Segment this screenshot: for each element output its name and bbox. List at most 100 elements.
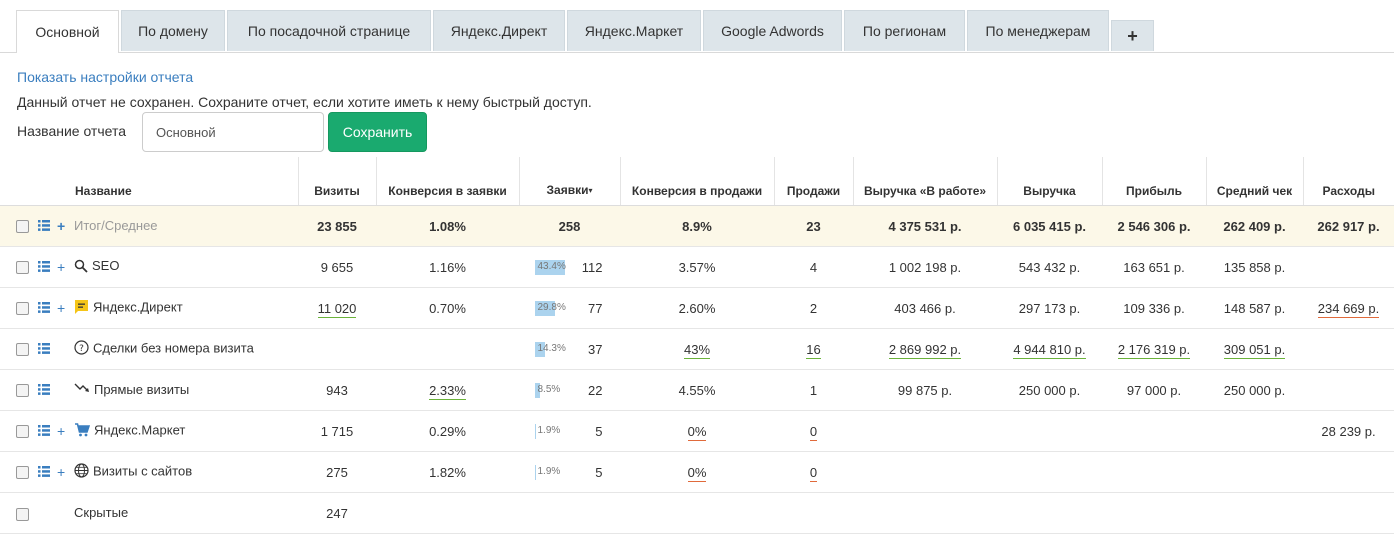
- value-revenue[interactable]: 4 944 810 р.: [1013, 341, 1086, 359]
- col-revenue-in-work[interactable]: Выручка «В работе»: [853, 157, 998, 206]
- cell-revenue: [997, 410, 1102, 452]
- tab-by-regions[interactable]: По регионам: [844, 10, 965, 51]
- cell-profit: [1102, 451, 1206, 493]
- row-name[interactable]: SEO: [92, 258, 119, 273]
- list-icon[interactable]: [38, 260, 50, 275]
- cell-conv-leads: 1.82%: [376, 451, 519, 493]
- value-visits[interactable]: 11 020: [317, 300, 357, 318]
- save-button[interactable]: Сохранить: [328, 112, 427, 152]
- tab-by-landing-page[interactable]: По посадочной странице: [227, 10, 431, 51]
- value-revenue: 543 432 р.: [1018, 259, 1081, 275]
- col-leads[interactable]: Заявки▾: [519, 157, 621, 206]
- col-sales[interactable]: Продажи: [774, 157, 854, 206]
- list-icon[interactable]: [38, 424, 50, 439]
- col-avg-check[interactable]: Средний чек: [1206, 157, 1304, 206]
- row-name[interactable]: Яндекс.Маркет: [94, 422, 185, 437]
- value-visits: 943: [326, 382, 348, 398]
- cell-expenses: [1303, 369, 1394, 411]
- row-name[interactable]: Визиты с сайтов: [93, 463, 192, 478]
- col-profit[interactable]: Прибыль: [1102, 157, 1207, 206]
- cell-name: Скрытые: [0, 492, 298, 534]
- value-conv-sales[interactable]: 0%: [687, 423, 707, 441]
- cell-conv-leads: 2.33%: [376, 369, 519, 411]
- leads-bar: 1.9% 5: [534, 465, 605, 481]
- cell-sales: 23: [774, 205, 853, 247]
- cell-avg-check: 262 409 р.: [1206, 205, 1303, 247]
- value-sales[interactable]: 16: [806, 341, 821, 359]
- row-name[interactable]: Яндекс.Директ: [93, 299, 183, 314]
- value-conv-leads: 0.29%: [429, 423, 466, 439]
- value-sales[interactable]: 0: [809, 423, 818, 441]
- value-profit[interactable]: 2 176 319 р.: [1117, 341, 1191, 359]
- value-conv-sales[interactable]: 0%: [687, 464, 707, 482]
- list-icon[interactable]: [38, 342, 50, 357]
- value-conv-leads: 1.82%: [429, 464, 466, 480]
- value-conv-leads[interactable]: 2.33%: [429, 382, 466, 400]
- tab-by-domain[interactable]: По домену: [121, 10, 225, 51]
- list-icon[interactable]: [38, 383, 50, 398]
- value-avg-check[interactable]: 309 051 р.: [1223, 341, 1286, 359]
- leads-bar: 1.9% 5: [534, 424, 605, 440]
- col-conv-leads[interactable]: Конверсия в заявки: [376, 157, 520, 206]
- cell-leads: 1.9% 5: [519, 410, 620, 452]
- report-name-input[interactable]: [142, 112, 324, 152]
- value-sales[interactable]: 0: [809, 464, 818, 482]
- expand-plus-icon[interactable]: +: [57, 218, 67, 234]
- cell-expenses: [1303, 328, 1394, 370]
- add-tab-button[interactable]: +: [1111, 20, 1154, 51]
- row-checkbox[interactable]: [16, 424, 29, 438]
- cell-profit: [1102, 492, 1206, 534]
- col-revenue[interactable]: Выручка: [997, 157, 1103, 206]
- col-conv-sales[interactable]: Конверсия в продажи: [620, 157, 775, 206]
- row-checkbox[interactable]: [16, 301, 29, 315]
- value-revenue-in-work[interactable]: 2 869 992 р.: [888, 341, 962, 359]
- row-checkbox[interactable]: [16, 507, 29, 521]
- list-icon[interactable]: [38, 219, 50, 234]
- cell-sales: [774, 492, 853, 534]
- col-expenses[interactable]: Расходы: [1303, 157, 1394, 206]
- table-row: Прямые визиты 943 2.33% 8.5% 22 4.55% 1 99 875 …: [0, 369, 1394, 411]
- tab-main[interactable]: Основной: [16, 10, 119, 53]
- expand-plus-icon[interactable]: +: [57, 464, 67, 480]
- report-name-label: Название отчета: [17, 123, 126, 139]
- value-revenue: 6 035 415 р.: [1013, 218, 1086, 234]
- cell-name: + Итог/Среднее: [0, 205, 298, 247]
- cell-conv-sales: 8.9%: [620, 205, 774, 247]
- leads-share: 29.8%: [537, 302, 566, 314]
- cell-avg-check: 148 587 р.: [1206, 287, 1303, 329]
- question-icon: ?: [74, 340, 89, 358]
- row-checkbox[interactable]: [16, 465, 29, 479]
- value-profit: 109 336 р.: [1123, 300, 1185, 316]
- value-conv-sales[interactable]: 43%: [683, 341, 711, 359]
- tab-yandex-direct[interactable]: Яндекс.Директ: [433, 10, 565, 51]
- value-profit: 163 651 р.: [1123, 259, 1185, 275]
- col-visits[interactable]: Визиты: [298, 157, 377, 206]
- expand-plus-icon[interactable]: +: [57, 423, 67, 439]
- row-name[interactable]: Сделки без номера визита: [93, 340, 254, 355]
- row-name: Итог/Среднее: [74, 217, 158, 233]
- row-checkbox[interactable]: [16, 383, 29, 397]
- value-sales: 2: [809, 300, 818, 316]
- row-checkbox[interactable]: [16, 219, 29, 233]
- row-name[interactable]: Прямые визиты: [94, 382, 189, 397]
- row-checkbox[interactable]: [16, 342, 29, 356]
- cell-revenue-in-work: 2 869 992 р.: [853, 328, 997, 370]
- tab-yandex-market[interactable]: Яндекс.Маркет: [567, 10, 701, 51]
- expand-plus-icon[interactable]: +: [57, 300, 67, 316]
- row-checkbox[interactable]: [16, 260, 29, 274]
- tab-google-adwords[interactable]: Google Adwords: [703, 10, 842, 51]
- leads-count: 22: [588, 383, 603, 399]
- cell-conv-sales: 4.55%: [620, 369, 774, 411]
- list-icon[interactable]: [38, 301, 50, 316]
- show-report-settings-link[interactable]: Показать настройки отчета: [17, 69, 193, 85]
- col-name[interactable]: Название: [0, 157, 299, 206]
- cell-sales: 0: [774, 410, 853, 452]
- value-expenses: 262 917 р.: [1317, 218, 1380, 234]
- cell-leads: 8.5% 22: [519, 369, 620, 411]
- value-expenses[interactable]: 234 669 р.: [1317, 300, 1380, 318]
- tab-by-managers[interactable]: По менеджерам: [967, 10, 1109, 51]
- row-name[interactable]: Скрытые: [74, 505, 128, 520]
- expand-plus-icon[interactable]: +: [57, 259, 67, 275]
- list-icon[interactable]: [38, 465, 50, 480]
- cell-name: + Яндекс.Директ: [0, 287, 298, 329]
